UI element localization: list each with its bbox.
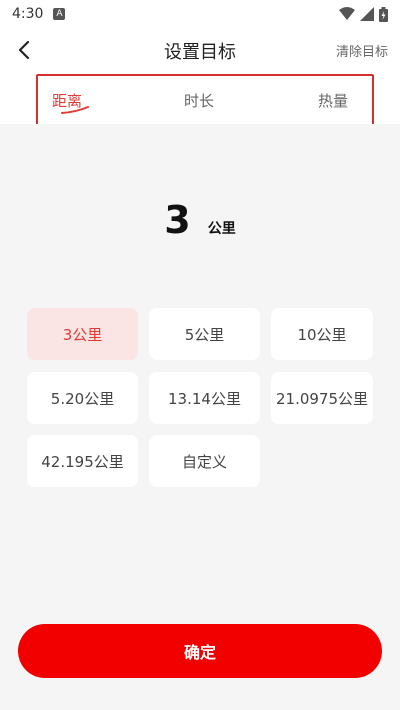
status-bar: 4:30 A — [0, 0, 400, 28]
option-5-20km[interactable]: 5.20公里 — [27, 372, 138, 424]
battery-icon — [379, 6, 388, 22]
tab-calories[interactable]: 热量 — [318, 90, 348, 111]
goal-unit: 公里 — [207, 221, 236, 237]
signal-icon — [360, 7, 374, 21]
option-5km[interactable]: 5公里 — [149, 308, 260, 360]
header: 设置目标 清除目标 — [0, 28, 400, 72]
current-goal-display: 3 公里 — [0, 198, 400, 242]
option-13-14km[interactable]: 13.14公里 — [149, 372, 260, 424]
goal-value: 3 — [164, 198, 191, 242]
option-half-marathon[interactable]: 21.0975公里 — [271, 372, 373, 424]
active-tab-indicator — [61, 106, 89, 114]
tab-duration[interactable]: 时长 — [184, 90, 214, 111]
status-time: 4:30 — [12, 6, 44, 22]
wifi-icon — [339, 7, 355, 20]
notification-icon: A — [53, 8, 66, 20]
goal-content: 3 公里 3公里 5公里 10公里 5.20公里 13.14公里 21.0975… — [0, 124, 400, 710]
option-marathon[interactable]: 42.195公里 — [27, 435, 138, 487]
option-3km[interactable]: 3公里 — [27, 308, 138, 360]
clear-goal-button[interactable]: 清除目标 — [336, 41, 388, 60]
confirm-button[interactable]: 确定 — [18, 624, 382, 678]
status-icons — [339, 6, 388, 22]
option-10km[interactable]: 10公里 — [271, 308, 373, 360]
option-custom[interactable]: 自定义 — [149, 435, 260, 487]
